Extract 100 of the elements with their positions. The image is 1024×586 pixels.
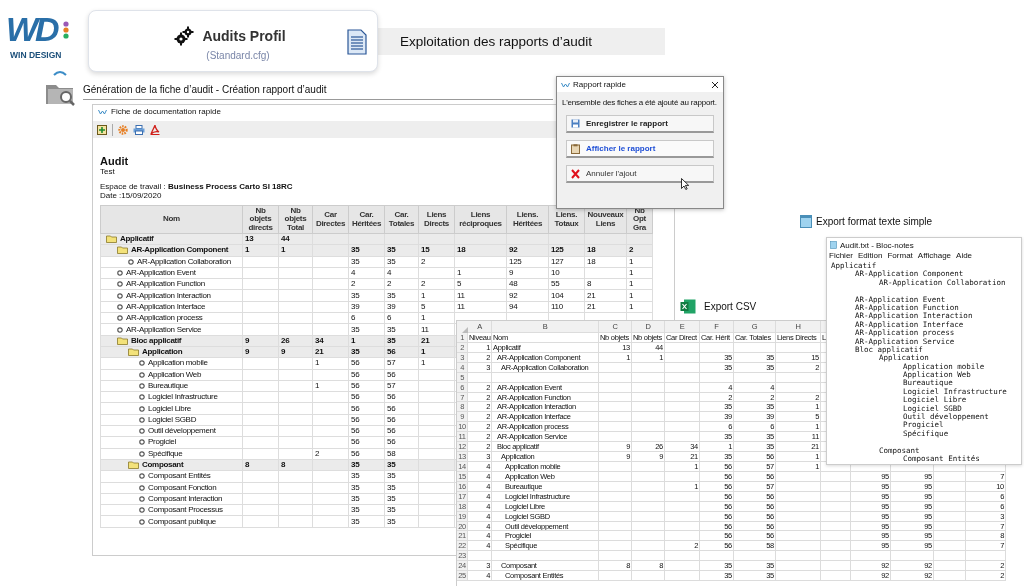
empty-cell: [934, 551, 966, 562]
row-name: Composant Fonction: [148, 482, 217, 493]
gears-icon: [174, 25, 195, 46]
row-name: Composant Processus: [148, 505, 223, 516]
table-cell: 1: [278, 244, 313, 257]
table-cell: 48: [506, 278, 549, 290]
column-header: Car. Héritées: [348, 205, 385, 234]
row-name: AR-Application Interface: [126, 301, 206, 312]
dialog-button[interactable]: Annuler l'ajout: [566, 165, 714, 183]
row-name: Composant publique: [148, 516, 216, 527]
table-cell: 8: [242, 459, 279, 471]
window-title: Audit.txt - Bloc-notes: [840, 240, 914, 250]
cursor-icon: [681, 178, 689, 190]
document-icon: [347, 29, 367, 55]
table-cell: 21: [418, 335, 455, 347]
row-name: Bloc applicatif: [131, 335, 182, 346]
table-cell: 10: [548, 267, 585, 279]
empty-cell: [700, 372, 734, 383]
table-cell: 11: [454, 301, 507, 313]
table-cell: 11: [418, 323, 455, 336]
row-name: Progiciel: [148, 437, 176, 448]
row-name: Application mobile: [148, 358, 208, 369]
row-name: Application: [142, 347, 183, 358]
pdf-icon[interactable]: [150, 124, 160, 135]
logo-mark: WD: [6, 10, 57, 48]
table-cell: 56: [384, 414, 419, 426]
table-cell: 56: [348, 414, 385, 426]
row-name: Bureautique: [148, 381, 188, 391]
table-cell: 56: [348, 369, 385, 381]
empty-cell: [821, 551, 851, 562]
row-name: Logiciel Libre: [148, 403, 191, 414]
table-cell: 1: [418, 357, 455, 370]
table-cell: 18: [454, 244, 507, 257]
table-cell: 39: [348, 301, 385, 313]
save-icon: [571, 119, 580, 128]
window-title: Fiche de documentation rapide: [111, 107, 221, 116]
row-name: Logiciel Infrastructure: [148, 392, 218, 403]
table-cell: 1: [418, 346, 455, 358]
row-name: AR-Application Interaction: [126, 290, 211, 301]
profile-file: (Standard.cfg): [206, 49, 270, 61]
table-cell: 21: [312, 346, 349, 358]
menu-item[interactable]: Affichage: [917, 251, 952, 262]
table-cell: 35: [384, 470, 419, 483]
table-cell: 21: [584, 290, 627, 302]
notepad-icon: [830, 241, 837, 249]
row-name: Applicatif: [120, 234, 154, 245]
table-cell: 35: [384, 459, 419, 471]
menu-item[interactable]: Aide: [956, 251, 973, 262]
table-cell: 1: [626, 290, 653, 302]
empty-cell: [700, 551, 734, 562]
table-cell: 35: [348, 493, 385, 505]
empty-cell: [734, 372, 776, 383]
table-cell: 2: [418, 278, 455, 290]
table-cell: 125: [548, 244, 585, 257]
table-cell: 15: [418, 244, 455, 257]
empty-cell: [665, 372, 700, 383]
add-icon[interactable]: [97, 124, 107, 135]
workspace-text: Espace de travail : Business Process Carto SI 18RC: [100, 182, 293, 191]
table-cell: 104: [548, 290, 585, 302]
table-cell: 125: [506, 256, 549, 268]
empty-cell: [700, 342, 734, 353]
column-header: Car. Totales: [384, 205, 419, 234]
notepad-icon: [800, 215, 812, 228]
table-cell: 9: [278, 346, 313, 358]
table-cell: 4: [384, 267, 419, 279]
spreadsheet-icon: [680, 299, 696, 314]
close-icon[interactable]: [711, 80, 719, 89]
table-cell: 35: [348, 515, 385, 528]
table-cell: 1: [626, 278, 653, 290]
dialog-button[interactable]: Enregistrer le rapport: [566, 115, 714, 133]
table-cell: 2: [348, 278, 385, 290]
menu-item[interactable]: Edition: [858, 251, 883, 262]
folder-search-icon: [44, 71, 76, 107]
row-name: Composant Entités: [148, 471, 211, 482]
table-cell: 35: [348, 459, 385, 471]
profile-title: Audits Profil: [202, 27, 286, 44]
table-cell: 56: [348, 391, 385, 403]
menu-item[interactable]: Format: [887, 251, 913, 262]
table-cell: 56: [348, 402, 385, 415]
clipboard-icon: [571, 143, 580, 154]
table-cell: 56: [384, 369, 419, 381]
menu-item[interactable]: Fichier: [829, 251, 853, 262]
logo-name: WIN DESIGN: [10, 50, 62, 60]
table-cell: 35: [384, 335, 419, 347]
table-cell: 35: [384, 482, 419, 494]
table-cell: 56: [348, 448, 385, 460]
table-cell: 35: [384, 323, 419, 336]
report-heading: Audit: [100, 155, 129, 167]
column-header: Liens réciproques: [454, 205, 507, 234]
table-cell: 9: [242, 335, 279, 347]
column-header: Nom: [100, 205, 243, 234]
table-cell: 35: [348, 504, 385, 516]
table-cell: 9: [242, 346, 279, 358]
printer-icon[interactable]: [133, 124, 145, 135]
row-name: AR-Application Function: [126, 279, 205, 290]
empty-cell: [851, 551, 891, 562]
table-cell: 35: [384, 290, 419, 302]
row-name: AR-Application process: [126, 313, 203, 324]
table-cell: 56: [348, 425, 385, 437]
dialog-button[interactable]: Afficher le rapport: [566, 140, 714, 158]
